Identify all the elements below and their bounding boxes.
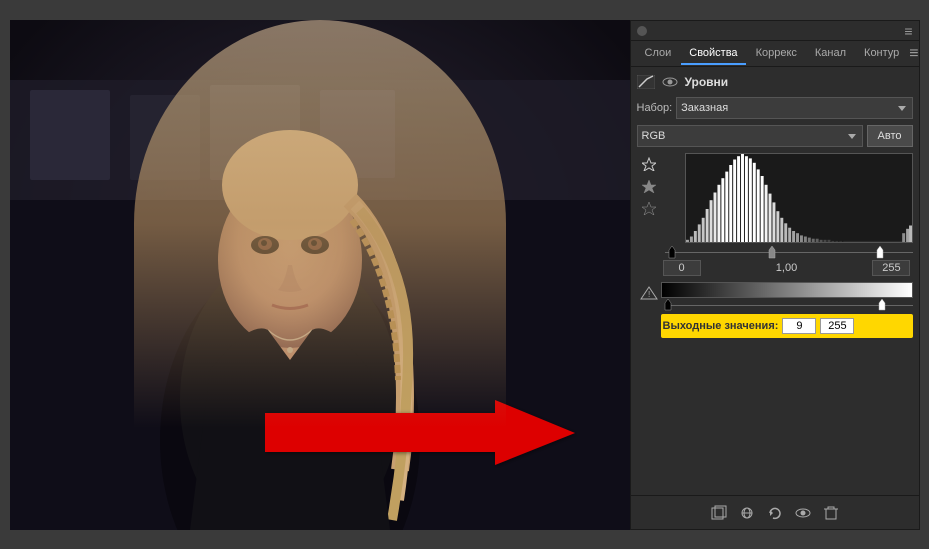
tab-menu-icon[interactable]: ≡ (909, 45, 918, 63)
output-wrapper: Выходные значения: (661, 282, 913, 338)
channel-row: RGB Авто (637, 125, 913, 147)
tab-properties[interactable]: Свойства (681, 43, 745, 65)
svg-text:!: ! (648, 290, 650, 299)
output-min-value[interactable] (782, 318, 816, 334)
red-arrow (265, 395, 595, 475)
output-values-row: Выходные значения: (661, 314, 913, 338)
histogram-wrapper: 1,00 (661, 153, 913, 276)
preset-select[interactable]: Заказная (676, 97, 912, 119)
new-layer-icon[interactable] (709, 503, 729, 523)
image-panel (10, 20, 630, 530)
title-bar-left (637, 26, 647, 36)
levels-title: Уровни (685, 75, 729, 89)
input-slider-svg (661, 244, 913, 260)
output-warning-icon: ! (640, 286, 658, 300)
close-button[interactable] (637, 26, 647, 36)
output-section: ! (637, 282, 913, 338)
tab-bar: Слои Свойства Коррекс Канал Контур ≡ (631, 41, 919, 67)
visibility-icon[interactable] (793, 503, 813, 523)
output-gradient-bar (661, 282, 913, 298)
levels-header: Уровни (637, 73, 913, 91)
preset-label: Набор: (637, 102, 673, 114)
input-max-value[interactable] (872, 260, 910, 276)
input-values-row: 1,00 (661, 260, 913, 276)
gray-point-tool[interactable] (640, 177, 658, 195)
output-max-value[interactable] (820, 318, 854, 334)
output-slider-area (661, 298, 913, 312)
input-min-value[interactable] (663, 260, 701, 276)
tab-paths[interactable]: Контур (856, 43, 907, 65)
properties-panel: ≡ Слои Свойства Коррекс Канал Контур ≡ (630, 20, 920, 530)
properties-content: Уровни Набор: Заказная RGB Авто (631, 67, 919, 495)
output-label: Выходные значения: (663, 320, 779, 332)
tab-layers[interactable]: Слои (637, 43, 680, 65)
input-slider-area (661, 244, 913, 260)
histogram-area (685, 153, 913, 243)
main-container: ≡ Слои Свойства Коррекс Канал Контур ≡ (0, 0, 929, 549)
photo-background (10, 20, 630, 530)
tab-channels[interactable]: Канал (807, 43, 854, 65)
preset-row: Набор: Заказная (637, 97, 913, 119)
levels-eye-icon (661, 75, 679, 89)
link-icon[interactable] (737, 503, 757, 523)
tools-sidebar (637, 153, 661, 276)
input-mid-value: 1,00 (776, 262, 797, 274)
output-slider-svg (661, 298, 913, 312)
channel-select[interactable]: RGB (637, 125, 863, 147)
panel-menu-icon[interactable]: ≡ (904, 23, 912, 39)
tab-corrections[interactable]: Коррекс (748, 43, 805, 65)
levels-curve-icon (637, 75, 655, 89)
auto-button[interactable]: Авто (867, 125, 913, 147)
histogram-section: 1,00 (637, 153, 913, 276)
black-point-tool[interactable] (640, 199, 658, 217)
output-tools-sidebar: ! (637, 282, 661, 338)
title-bar: ≡ (631, 21, 919, 41)
bottom-toolbar (631, 495, 919, 529)
delete-icon[interactable] (821, 503, 841, 523)
reset-icon[interactable] (765, 503, 785, 523)
white-point-tool[interactable] (640, 155, 658, 173)
